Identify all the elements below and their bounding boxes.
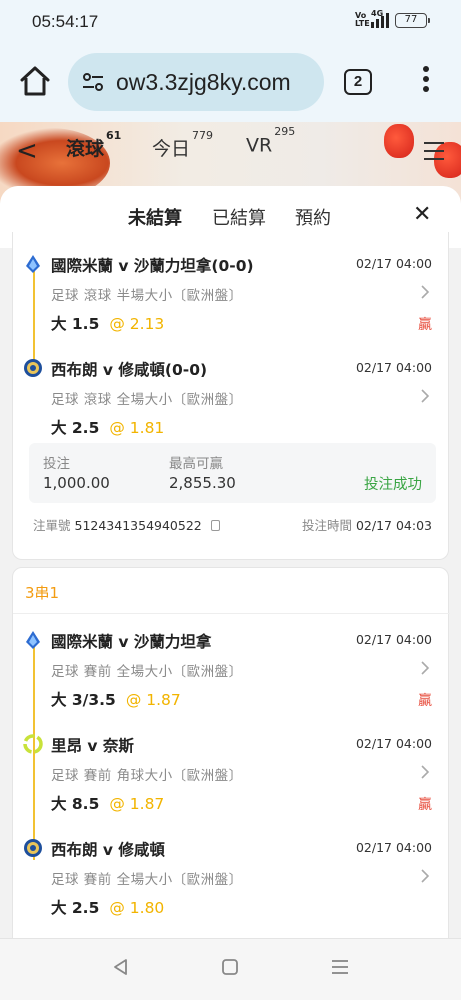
match-time: 02/17 04:00: [355, 256, 432, 271]
match-name: 國際米蘭 v 沙蘭力坦拿(0-0): [51, 257, 254, 275]
result-badge: 贏: [418, 693, 432, 709]
bet-leg[interactable]: 西布朗 v 修咸頓 02/17 04:00 足球 賽前 全場大小〔歐洲盤〕 大 …: [13, 834, 450, 934]
home-icon[interactable]: [18, 64, 52, 98]
url-text: ow3.3zjg8ky.com: [116, 69, 291, 95]
max-win-label: 最高可贏: [169, 456, 223, 472]
bet-time-value: 02/17 04:03: [355, 518, 432, 533]
tab-settled[interactable]: 已結算: [212, 204, 266, 230]
volte-icon: Vo LTE: [355, 11, 370, 28]
hamburger-menu-icon[interactable]: [424, 142, 444, 166]
match-name: 里昂 v 奈斯: [51, 737, 134, 755]
match-time: 02/17 04:00: [355, 360, 432, 375]
bet-odds: @ 2.13: [109, 315, 165, 333]
tab-vr[interactable]: VR295: [246, 125, 295, 156]
bet-record-sheet: 未結算 已結算 預約 ✕ 國際米蘭 v 沙蘭力坦拿(0-0) 02/17 04:…: [0, 186, 461, 938]
championship-icon: [24, 839, 42, 857]
url-bar[interactable]: ow3.3zjg8ky.com: [68, 53, 324, 111]
market-type: 足球 滾球 全場大小〔歐洲盤〕: [51, 392, 243, 408]
bet-odds: @ 1.87: [125, 691, 181, 709]
tab-unsettled[interactable]: 未結算: [128, 204, 182, 230]
home-square-icon[interactable]: [220, 957, 240, 977]
market-type: 足球 賽前 角球大小〔歐洲盤〕: [51, 768, 243, 784]
system-nav-bar: [0, 938, 461, 1000]
result-badge: 贏: [418, 317, 432, 333]
bet-summary: 投注 1,000.00 最高可贏 2,855.30 投注成功: [29, 443, 436, 503]
tab-reserved[interactable]: 預約: [295, 204, 331, 230]
close-icon[interactable]: ✕: [413, 202, 431, 227]
bet-pick: 大 8.5 @ 1.87: [51, 795, 165, 813]
order-label: 注單號: [33, 518, 71, 533]
bet-leg[interactable]: 國際米蘭 v 沙蘭力坦拿 02/17 04:00 足球 賽前 全場大小〔歐洲盤〕…: [13, 626, 450, 726]
stake-value: 1,000.00: [43, 474, 110, 492]
tab-today[interactable]: 今日779: [152, 129, 213, 161]
chevron-right-icon[interactable]: [420, 868, 430, 884]
bet-pick: 大 2.5 @ 1.80: [51, 899, 165, 917]
result-badge: 贏: [418, 797, 432, 813]
site-settings-icon[interactable]: [82, 73, 104, 91]
bet-leg[interactable]: 國際米蘭 v 沙蘭力坦拿(0-0) 02/17 04:00 足球 滾球 半場大小…: [13, 250, 450, 350]
bet-footer: 注單號 5124341354940522 投注時間 02/17 04:03: [13, 515, 450, 533]
tab-live[interactable]: 滾球61: [66, 129, 121, 161]
max-win-value: 2,855.30: [169, 474, 236, 492]
market-type: 足球 賽前 全場大小〔歐洲盤〕: [51, 872, 243, 888]
stake-label: 投注: [43, 456, 70, 472]
market-type: 足球 滾球 半場大小〔歐洲盤〕: [51, 288, 243, 304]
bet-time-label: 投注時間: [301, 518, 352, 533]
ligue-1-icon: [23, 734, 43, 754]
bet-card: 國際米蘭 v 沙蘭力坦拿(0-0) 02/17 04:00 足球 滾球 半場大小…: [12, 232, 449, 560]
signal-icon: 4G: [371, 9, 389, 28]
browser-toolbar: ow3.3zjg8ky.com 2: [0, 46, 461, 122]
chevron-right-icon[interactable]: [420, 388, 430, 404]
championship-icon: [24, 359, 42, 377]
back-icon[interactable]: <: [16, 136, 38, 166]
bet-pick: 大 2.5 @ 1.81: [51, 419, 165, 437]
match-time: 02/17 04:00: [355, 840, 432, 855]
tab-switcher-button[interactable]: 2: [344, 69, 372, 95]
bet-pick: 大 3/3.5 @ 1.87: [51, 691, 181, 709]
chevron-right-icon[interactable]: [420, 660, 430, 676]
status-time: 05:54:17: [32, 12, 99, 31]
bet-pick: 大 1.5 @ 2.13: [51, 315, 165, 333]
bet-leg[interactable]: 西布朗 v 修咸頓(0-0) 02/17 04:00 足球 滾球 全場大小〔歐洲…: [13, 354, 450, 454]
parlay-header: 3串1: [13, 568, 450, 614]
chevron-right-icon[interactable]: [420, 284, 430, 300]
match-name: 國際米蘭 v 沙蘭力坦拿: [51, 633, 212, 651]
serie-a-icon: [26, 631, 40, 649]
status-bar: 05:54:17 Vo LTE 4G 77: [0, 0, 461, 46]
market-type: 足球 賽前 全場大小〔歐洲盤〕: [51, 664, 243, 680]
match-time: 02/17 04:00: [355, 736, 432, 751]
match-name: 西布朗 v 修咸頓(0-0): [51, 361, 208, 379]
bet-odds: @ 1.87: [109, 795, 165, 813]
recent-apps-icon[interactable]: [330, 957, 350, 977]
match-time: 02/17 04:00: [355, 632, 432, 647]
bet-card: 3串1 國際米蘭 v 沙蘭力坦拿 02/17 04:00 足球 賽前 全場大小〔…: [12, 567, 450, 938]
back-triangle-icon[interactable]: [110, 957, 130, 977]
bet-status: 投注成功: [364, 477, 422, 493]
bet-odds: @ 1.80: [109, 899, 165, 917]
lantern-decoration: [384, 124, 414, 158]
parlay-type: 3串1: [25, 584, 60, 602]
status-icons: Vo LTE 4G 77: [355, 9, 430, 28]
chevron-right-icon[interactable]: [420, 764, 430, 780]
order-number: 5124341354940522: [74, 518, 202, 533]
bet-leg[interactable]: 里昂 v 奈斯 02/17 04:00 足球 賽前 角球大小〔歐洲盤〕 大 8.…: [13, 730, 450, 830]
bet-odds: @ 1.81: [109, 419, 165, 437]
copy-icon[interactable]: [210, 520, 220, 531]
browser-menu-icon[interactable]: [418, 66, 434, 98]
match-name: 西布朗 v 修咸頓: [51, 841, 165, 859]
serie-a-icon: [26, 255, 40, 273]
battery-icon: 77: [395, 12, 430, 28]
